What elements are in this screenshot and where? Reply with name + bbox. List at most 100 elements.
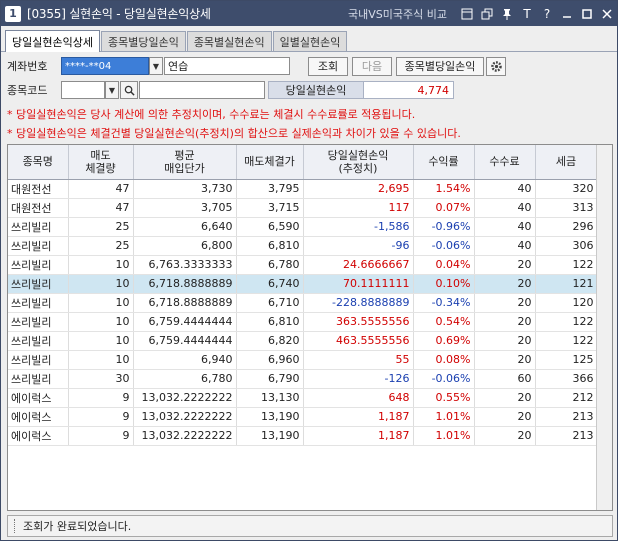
cell-fee: 40 xyxy=(474,198,536,218)
code-label: 종목코드 xyxy=(7,84,48,97)
col-sell-price-header[interactable]: 매도체결가 xyxy=(236,145,304,180)
cell-fee: 20 xyxy=(474,255,536,275)
tab-daily-realized-detail[interactable]: 당일실현손익상세 xyxy=(5,30,100,52)
table-row[interactable]: 쓰리빌리 10 6,759.4444444 6,820 463.5555556 0.69%… xyxy=(8,331,598,351)
notice-line: * 당일실현손익은 당사 계산에 의한 추정치이며, 수수료는 체결시 수수료률… xyxy=(7,108,416,121)
code-search-button[interactable] xyxy=(120,81,138,99)
cell-name: 쓰리빌리 xyxy=(8,236,69,256)
table-row[interactable]: 쓰리빌리 10 6,763.3333333 6,780 24.6666667 0.04% 2… xyxy=(8,255,598,275)
col-tax-header[interactable]: 세금 xyxy=(535,145,598,180)
cell-rate: 0.04% xyxy=(413,255,475,275)
table-row[interactable]: 에이럭스 9 13,032.2222222 13,130 648 0.55% 20 212 xyxy=(8,388,598,408)
cell-fee: 40 xyxy=(474,179,536,199)
table-row[interactable]: 에이럭스 9 13,032.2222222 13,190 1,187 1.01% 20 213 xyxy=(8,407,598,427)
tab-daily-realized-pl[interactable]: 일별실현손익 xyxy=(272,31,348,51)
cell-sell: 3,795 xyxy=(236,179,304,199)
table-row[interactable]: 쓰리빌리 10 6,718.8888889 6,710 -228.8888889 -0.3… xyxy=(8,293,598,313)
cell-name: 쓰리빌리 xyxy=(8,350,69,370)
col-stock-name-header[interactable]: 종목명 xyxy=(8,145,69,180)
cell-pl: 55 xyxy=(303,350,414,370)
cell-qty: 9 xyxy=(68,388,134,408)
help-icon[interactable]: ? xyxy=(537,4,557,24)
col-sell-qty-header[interactable]: 매도 체결량 xyxy=(68,145,134,180)
cell-rate: 0.10% xyxy=(413,274,475,294)
cell-avg: 13,032.2222222 xyxy=(133,426,237,446)
close-icon[interactable] xyxy=(597,4,617,24)
tab-stock-realized-pl[interactable]: 종목별실현손익 xyxy=(186,31,272,51)
window-icon[interactable] xyxy=(457,4,477,24)
table-body: 대원전선 47 3,730 3,795 2,695 1.54% 40 320 대원전선 47 3,7… xyxy=(8,179,598,446)
cell-rate: 0.08% xyxy=(413,350,475,370)
col-avg-buy-price-header[interactable]: 평균 매입단가 xyxy=(133,145,237,180)
cell-sell: 3,715 xyxy=(236,198,304,218)
vertical-scrollbar[interactable] xyxy=(596,145,612,510)
cell-rate: 0.07% xyxy=(413,198,475,218)
cell-qty: 10 xyxy=(68,331,134,351)
cell-avg: 6,718.8888889 xyxy=(133,293,237,313)
table-row[interactable]: 쓰리빌리 10 6,718.8888889 6,740 70.1111111 0.10% 2… xyxy=(8,274,598,294)
cell-avg: 6,640 xyxy=(133,217,237,237)
col-fee-header[interactable]: 수수료 xyxy=(474,145,536,180)
account-number-field[interactable]: ****-**04 xyxy=(61,57,149,75)
stock-name-field xyxy=(139,81,265,99)
cell-qty: 10 xyxy=(68,293,134,313)
header-label: 체결량 xyxy=(85,161,116,175)
cell-rate: -0.96% xyxy=(413,217,475,237)
header-label: 수익률 xyxy=(428,155,459,169)
cell-sell: 6,810 xyxy=(236,312,304,332)
cell-qty: 30 xyxy=(68,369,134,389)
cell-rate: 0.55% xyxy=(413,388,475,408)
cell-tax: 212 xyxy=(535,388,598,408)
cell-pl: -126 xyxy=(303,369,414,389)
cell-sell: 6,790 xyxy=(236,369,304,389)
table-row[interactable]: 쓰리빌리 10 6,759.4444444 6,810 363.5555556 0.54%… xyxy=(8,312,598,332)
stock-code-input[interactable] xyxy=(61,81,105,99)
table-row[interactable]: 쓰리빌리 25 6,640 6,590 -1,586 -0.96% 40 296 xyxy=(8,217,598,237)
cell-rate: 0.54% xyxy=(413,312,475,332)
settings-button[interactable] xyxy=(486,56,506,76)
next-button[interactable]: 다음 xyxy=(352,56,392,76)
cell-name: 쓰리빌리 xyxy=(8,293,69,313)
cell-tax: 313 xyxy=(535,198,598,218)
cell-tax: 296 xyxy=(535,217,598,237)
cell-tax: 122 xyxy=(535,331,598,351)
table-row[interactable]: 대원전선 47 3,705 3,715 117 0.07% 40 313 xyxy=(8,198,598,218)
col-return-rate-header[interactable]: 수익률 xyxy=(413,145,475,180)
cell-qty: 9 xyxy=(68,426,134,446)
cell-tax: 121 xyxy=(535,274,598,294)
table-row[interactable]: 쓰리빌리 30 6,780 6,790 -126 -0.06% 60 366 xyxy=(8,369,598,389)
font-size-icon[interactable]: T xyxy=(517,4,537,24)
cell-tax: 125 xyxy=(535,350,598,370)
cell-pl: 463.5555556 xyxy=(303,331,414,351)
cell-tax: 366 xyxy=(535,369,598,389)
restore-icon[interactable] xyxy=(477,4,497,24)
minimize-icon[interactable] xyxy=(557,4,577,24)
tab-bar: 당일실현손익상세 종목별당일손익 종목별실현손익 일별실현손익 xyxy=(1,30,617,52)
stock-daily-pl-button[interactable]: 종목별당일손익 xyxy=(396,56,484,76)
table-row[interactable]: 대원전선 47 3,730 3,795 2,695 1.54% 40 320 xyxy=(8,179,598,199)
cell-fee: 20 xyxy=(474,293,536,313)
account-label: 계좌번호 xyxy=(7,60,48,73)
cell-sell: 6,780 xyxy=(236,255,304,275)
cell-tax: 213 xyxy=(535,407,598,427)
table-row[interactable]: 쓰리빌리 25 6,800 6,810 -96 -0.06% 40 306 xyxy=(8,236,598,256)
query-button[interactable]: 조회 xyxy=(308,56,348,76)
maximize-icon[interactable] xyxy=(577,4,597,24)
code-dropdown-button[interactable]: ▼ xyxy=(105,81,119,99)
status-bar: 조회가 완료되었습니다. xyxy=(7,515,613,537)
account-row: 계좌번호 ****-**04 ▼ 연습 조회 다음 종목별당일손익 xyxy=(1,55,617,77)
table-row[interactable]: 에이럭스 9 13,032.2222222 13,190 1,187 1.01% 20 213 xyxy=(8,426,598,446)
pl-table: 종목명 매도 체결량 평균 매입단가 매도체결가 당일실현손익 (추정치) 수익률 수수료 세금 대… xyxy=(8,145,598,446)
tab-stock-daily-pl[interactable]: 종목별당일손익 xyxy=(100,31,186,51)
cell-tax: 213 xyxy=(535,426,598,446)
pin-icon[interactable] xyxy=(497,4,517,24)
cell-avg: 6,780 xyxy=(133,369,237,389)
account-dropdown-button[interactable]: ▼ xyxy=(149,57,163,75)
cell-sell: 6,590 xyxy=(236,217,304,237)
cell-qty: 25 xyxy=(68,217,134,237)
cell-name: 에이럭스 xyxy=(8,426,69,446)
table-row[interactable]: 쓰리빌리 10 6,940 6,960 55 0.08% 20 125 xyxy=(8,350,598,370)
cell-fee: 20 xyxy=(474,274,536,294)
compare-link[interactable]: 국내VS미국주식 비교 xyxy=(348,6,447,22)
col-daily-pl-header[interactable]: 당일실현손익 (추정치) xyxy=(303,145,414,180)
